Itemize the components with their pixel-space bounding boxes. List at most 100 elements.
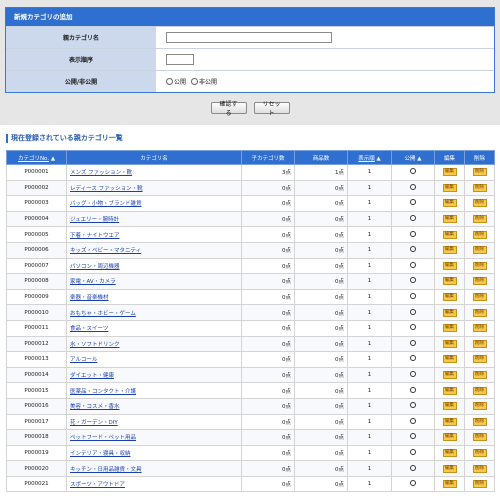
category-name-link[interactable]: バッグ・小物・ブランド雑貨	[70, 201, 142, 207]
category-name-link[interactable]: ジュエリー・腕時計	[70, 217, 119, 223]
col-header-code[interactable]: カテゴリNo. ▲	[6, 150, 67, 165]
edit-button[interactable]: 編集	[442, 308, 457, 317]
item-count: 0点	[294, 273, 348, 290]
category-name-link[interactable]: スポーツ・アウトドア	[70, 482, 125, 488]
delete-button[interactable]: 削除	[472, 402, 487, 411]
category-name-link[interactable]: インテリア・寝具・収納	[70, 451, 131, 457]
delete-button[interactable]: 削除	[472, 277, 487, 286]
child-count: 3点	[241, 164, 295, 181]
delete-button[interactable]: 削除	[472, 371, 487, 380]
col-header-public[interactable]: 公開 ▲	[391, 150, 435, 165]
edit-button[interactable]: 編集	[442, 277, 457, 286]
public-status-cell	[391, 226, 435, 243]
delete-button[interactable]: 削除	[472, 355, 487, 364]
delete-button[interactable]: 削除	[472, 324, 487, 333]
category-name-link[interactable]: 美容・コスメ・香水	[70, 404, 120, 410]
category-name-link[interactable]: 食品・スイーツ	[70, 326, 108, 332]
category-name-link[interactable]: キッチン・日用品雑貨・文具	[70, 467, 142, 473]
delete-cell: 削除	[464, 241, 495, 259]
edit-button[interactable]: 編集	[442, 371, 457, 380]
edit-button[interactable]: 編集	[442, 417, 457, 426]
edit-button[interactable]: 編集	[442, 448, 457, 457]
category-name-link[interactable]: 下着・ナイトウエア	[70, 233, 120, 239]
edit-button[interactable]: 編集	[442, 215, 457, 224]
private-radio-option[interactable]: 非公開	[191, 77, 217, 86]
public-status-icon	[410, 339, 416, 346]
category-name-link[interactable]: 医薬品・コンタクト・介護	[70, 389, 136, 395]
delete-button[interactable]: 削除	[472, 464, 487, 473]
category-name-link[interactable]: 家電・AV・カメラ	[70, 279, 116, 285]
child-count: 0点	[241, 257, 295, 275]
edit-button[interactable]: 編集	[442, 402, 457, 411]
delete-button[interactable]: 削除	[472, 293, 487, 302]
category-name-link[interactable]: メンズ ファッション・靴	[70, 170, 132, 176]
category-name-link[interactable]: パソコン・周辺機器	[70, 264, 120, 270]
delete-button[interactable]: 削除	[472, 246, 487, 255]
delete-button[interactable]: 削除	[472, 480, 487, 489]
edit-button[interactable]: 編集	[442, 199, 457, 208]
delete-cell: 削除	[464, 366, 495, 384]
edit-cell: 編集	[434, 397, 465, 415]
category-name-link[interactable]: 楽器・音楽機材	[70, 295, 109, 301]
public-status-cell	[391, 288, 435, 306]
delete-button[interactable]: 削除	[472, 168, 487, 177]
delete-button[interactable]: 削除	[472, 417, 487, 426]
edit-button[interactable]: 編集	[442, 183, 457, 192]
order-input[interactable]	[166, 54, 194, 65]
edit-button[interactable]: 編集	[442, 293, 457, 302]
category-name-link[interactable]: レディース ファッション・靴	[70, 186, 143, 192]
category-name-link[interactable]: 水・ソフトドリンク	[70, 342, 120, 348]
delete-button[interactable]: 削除	[472, 448, 487, 457]
category-name-link[interactable]: ペットフード・ペット用品	[70, 435, 136, 441]
public-status-cell	[391, 413, 435, 431]
edit-cell: 編集	[434, 210, 465, 228]
public-radio[interactable]	[166, 78, 173, 85]
category-name-cell: 楽器・音楽機材	[66, 288, 242, 306]
category-name-link[interactable]: おもちゃ・ホビー・ゲーム	[70, 311, 136, 317]
confirm-button[interactable]: 確認する	[210, 101, 247, 117]
reset-button[interactable]: リセット	[253, 101, 290, 117]
child-count: 0点	[241, 273, 295, 290]
delete-button[interactable]: 削除	[472, 339, 487, 348]
delete-button[interactable]: 削除	[472, 199, 487, 208]
edit-button[interactable]: 編集	[442, 246, 457, 255]
public-status-icon	[410, 371, 416, 378]
edit-button[interactable]: 編集	[442, 168, 457, 177]
category-name-link[interactable]: ダイエット・健康	[70, 373, 114, 379]
delete-button[interactable]: 削除	[472, 215, 487, 224]
delete-button[interactable]: 削除	[472, 261, 487, 270]
edit-button[interactable]: 編集	[442, 480, 457, 489]
edit-button[interactable]: 編集	[442, 339, 457, 348]
delete-button[interactable]: 削除	[472, 183, 487, 192]
category-name-cell: 下着・ナイトウエア	[66, 226, 242, 243]
edit-button[interactable]: 編集	[442, 261, 457, 270]
table-row: P000002 レディース ファッション・靴 0点 0点 1 編集 削除	[6, 179, 495, 197]
edit-button[interactable]: 編集	[442, 464, 457, 473]
public-status-cell	[391, 241, 435, 259]
edit-button[interactable]: 編集	[442, 355, 457, 364]
public-status-cell	[391, 460, 435, 477]
private-radio[interactable]	[191, 78, 199, 85]
edit-button[interactable]: 編集	[442, 230, 457, 239]
delete-button[interactable]: 削除	[472, 386, 487, 395]
edit-button[interactable]: 編集	[442, 433, 457, 442]
delete-button[interactable]: 削除	[472, 230, 487, 239]
delete-button[interactable]: 削除	[472, 308, 487, 317]
display-order: 1	[347, 382, 392, 399]
edit-cell: 編集	[434, 288, 465, 306]
category-name-link[interactable]: キッズ・ベビー・マタニティ	[70, 248, 141, 254]
category-name-cell: 医薬品・コンタクト・介護	[66, 382, 242, 399]
category-name-link[interactable]: 花・ガーデン・DIY	[70, 420, 118, 426]
col-header-order[interactable]: 表示順 ▲	[347, 150, 392, 165]
display-order: 1	[347, 195, 392, 212]
delete-button[interactable]: 削除	[472, 433, 487, 442]
edit-button[interactable]: 編集	[442, 386, 457, 395]
public-radio-option[interactable]: 公開	[166, 77, 186, 86]
parent-name-input[interactable]	[166, 32, 332, 43]
col-header-delete: 削除	[464, 150, 495, 165]
category-name-link[interactable]: アルコール	[70, 357, 97, 363]
table-row: P000018 ペットフード・ペット用品 0点 0点 1 編集 削除	[6, 429, 495, 446]
public-status-icon	[410, 402, 416, 409]
edit-button[interactable]: 編集	[442, 324, 457, 333]
category-name-cell: ジュエリー・腕時計	[66, 210, 242, 228]
